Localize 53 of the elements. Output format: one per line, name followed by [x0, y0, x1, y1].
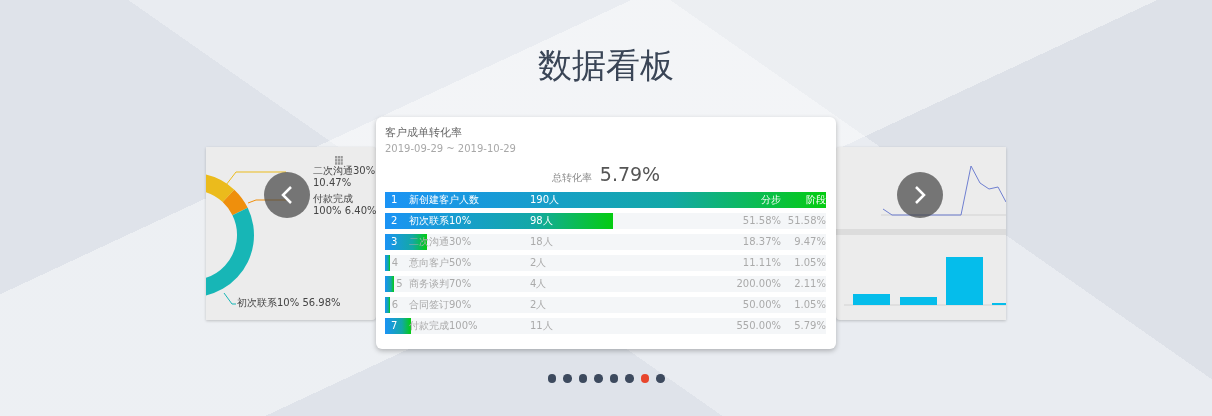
- row-index: 6: [390, 298, 400, 312]
- row-index: 1: [390, 193, 399, 207]
- chart-label: 付款完成100% 6.40%: [313, 193, 377, 217]
- step-rate: 200.00%: [735, 277, 781, 291]
- step-rate: 51.58%: [741, 214, 781, 228]
- chart-label: 初次联系10% 56.98%: [237, 297, 341, 309]
- chevron-left-icon: [280, 184, 294, 206]
- stage-name: 初次联系10%: [409, 214, 473, 228]
- customer-count: 11人: [530, 319, 554, 333]
- step-rate: 分步: [760, 193, 781, 207]
- page-title: 数据看板: [538, 44, 674, 87]
- customer-count: 2人: [530, 256, 548, 270]
- customer-count: 2人: [530, 298, 548, 312]
- total-label: 总转化率: [551, 171, 592, 185]
- customer-count: 4人: [530, 277, 548, 291]
- pager-dot[interactable]: [656, 374, 665, 383]
- stage-name: 商务谈判70%: [409, 277, 473, 291]
- row-index: 4: [390, 256, 400, 270]
- step-rate: 11.11%: [741, 256, 781, 270]
- pager-dot[interactable]: [547, 374, 556, 383]
- stage-name: 新创建客户人数: [409, 193, 480, 207]
- stage-rate: 51.58%: [786, 214, 826, 228]
- pager-dot[interactable]: [594, 374, 603, 383]
- customer-count: 18人: [530, 235, 554, 249]
- stage-rate: 2.11%: [793, 277, 826, 291]
- row-index: 3: [390, 235, 399, 249]
- date-range: 2019-09-29 ~ 2019-10-29: [385, 142, 517, 155]
- pager-dot[interactable]: [640, 374, 649, 383]
- step-rate: 18.37%: [741, 235, 781, 249]
- row-index: 5: [395, 277, 404, 291]
- step-rate: 550.00%: [735, 319, 781, 333]
- pager-dot[interactable]: [625, 374, 634, 383]
- stage-name: 意向客户50%: [409, 256, 473, 270]
- card-title: 客户成单转化率: [385, 125, 463, 141]
- stage-rate: 阶段: [805, 193, 826, 207]
- customer-count: 98人: [530, 214, 554, 228]
- pager-dot[interactable]: [578, 374, 587, 383]
- total-value: 5.79%: [599, 163, 661, 185]
- stage-rate: 5.79%: [793, 319, 826, 333]
- row-index: 2: [390, 214, 399, 228]
- chevron-right-icon: [913, 184, 927, 206]
- step-rate: 50.00%: [741, 298, 781, 312]
- stage-name: 合同签订90%: [409, 298, 473, 312]
- stage-rate: 1.05%: [793, 298, 826, 312]
- stage-rate: 1.05%: [793, 256, 826, 270]
- leader-line: [225, 171, 287, 185]
- customer-count: 190人: [530, 193, 561, 207]
- stage-rate: 9.47%: [793, 235, 826, 249]
- row-index: 7: [390, 319, 399, 333]
- chart-label: 二次沟通30% 10.47%: [313, 165, 377, 189]
- pager-dot[interactable]: [563, 374, 572, 383]
- leader-line: [223, 292, 237, 304]
- pager-dot[interactable]: [609, 374, 618, 383]
